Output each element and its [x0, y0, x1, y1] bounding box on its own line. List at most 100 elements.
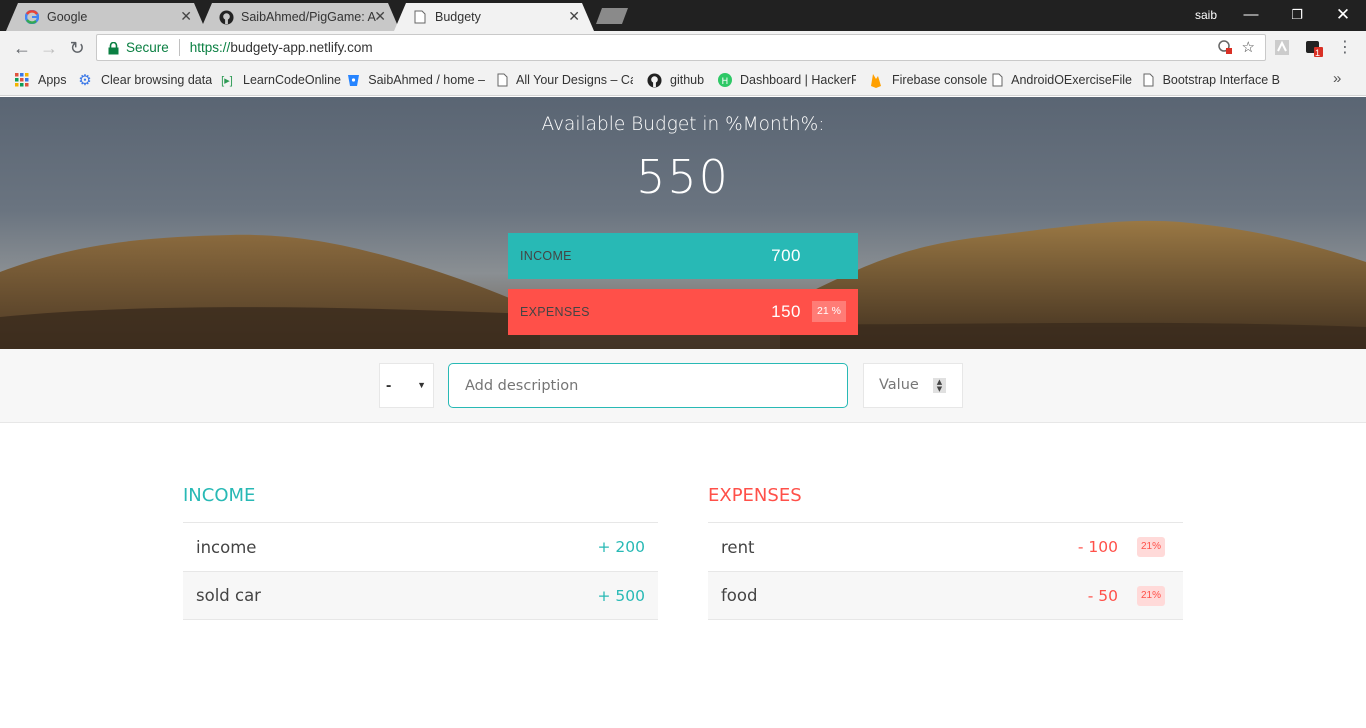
forward-arrow-icon[interactable]: →	[38, 37, 60, 59]
item-percentage-badge: 21%	[1137, 537, 1166, 557]
restore-icon[interactable]: ❐	[1277, 4, 1317, 26]
expenses-summary-label: EXPENSES	[520, 305, 590, 319]
bookmark-clear-browsing[interactable]: ⚙ Clear browsing data	[77, 72, 212, 88]
close-tab-icon[interactable]: ✕	[180, 8, 192, 25]
income-list-title: INCOME	[183, 485, 256, 506]
more-bookmarks-icon[interactable]: »	[1333, 70, 1341, 87]
tab-title: Google	[47, 10, 88, 24]
item-value: - 50	[1087, 586, 1118, 605]
bookmark-label: github	[670, 73, 705, 87]
profile-name[interactable]: saib	[1195, 8, 1217, 22]
tab-title: Budgety	[435, 10, 481, 24]
page-icon	[412, 9, 428, 25]
bookmark-label: LearnCodeOnline	[243, 73, 341, 87]
close-window-icon[interactable]: ✕	[1323, 4, 1363, 26]
tab-google[interactable]: Google ✕	[6, 3, 206, 31]
item-description: income	[196, 537, 257, 557]
expenses-list-title: EXPENSES	[708, 485, 802, 506]
bookmark-all-your-designs[interactable]: All Your Designs – Ca	[497, 72, 633, 88]
expenses-summary: EXPENSES 150 21 %	[508, 289, 858, 335]
tab-title: SaibAhmed/PigGame: A g	[241, 10, 377, 24]
budget-title: Available Budget in %Month%:	[541, 114, 825, 135]
type-select[interactable]: - ▼	[379, 363, 434, 408]
description-input[interactable]	[448, 363, 848, 408]
browser-toolbar: ← → ↻ Secure https:// budgety-app.netlif…	[0, 31, 1366, 64]
play-icon: [▸]	[221, 74, 233, 87]
bookmark-label: AndroidOExerciseFile	[1011, 73, 1132, 87]
page-icon	[497, 72, 508, 88]
bookmark-label: Apps	[38, 73, 67, 87]
bookmark-bitbucket[interactable]: SaibAhmed / home –	[347, 72, 485, 88]
item-value: - 100	[1077, 538, 1118, 556]
address-bar[interactable]: Secure https:// budgety-app.netlify.com …	[96, 34, 1266, 61]
svg-text:H: H	[722, 77, 729, 87]
bookmark-label: Bootstrap Interface B	[1162, 73, 1280, 87]
close-tab-icon[interactable]: ✕	[374, 8, 386, 25]
reload-icon[interactable]: ↻	[66, 37, 88, 59]
star-bookmark-icon[interactable]: ☆	[1242, 40, 1255, 57]
tab-piggame[interactable]: SaibAhmed/PigGame: A g ✕	[200, 3, 400, 31]
item-percentage-badge: 21%	[1137, 586, 1166, 606]
bookmarks-bar: Apps ⚙ Clear browsing data [▸] LearnCode…	[0, 64, 1366, 96]
item-description: sold car	[196, 586, 261, 605]
menu-kebab-icon[interactable]: ⋮	[1337, 37, 1353, 57]
income-list: INCOME income + 200 sold car + 500	[183, 485, 658, 620]
value-input[interactable]: Value ▲ ▼	[863, 363, 963, 408]
bookmark-label: Clear browsing data	[101, 73, 213, 87]
item-description: rent	[721, 537, 755, 557]
bookmark-apps[interactable]: Apps	[14, 72, 67, 88]
secure-label: Secure	[126, 40, 169, 55]
bitbucket-icon	[347, 72, 360, 88]
income-summary-value: 700	[771, 246, 801, 265]
bookmark-label: SaibAhmed / home –	[368, 73, 485, 87]
url-host: budgety-app.netlify.com	[230, 40, 373, 55]
tab-budgety[interactable]: Budgety ✕	[394, 3, 594, 31]
github-icon	[646, 72, 662, 88]
page-icon	[1142, 72, 1155, 88]
google-g-icon	[24, 9, 40, 25]
type-select-value: -	[386, 377, 392, 394]
bookmark-firebase[interactable]: Firebase console	[868, 72, 987, 88]
add-item-bar: - ▼ Value ▲▼	[0, 349, 1366, 423]
blocked-content-icon[interactable]	[1217, 40, 1232, 57]
list-item[interactable]: rent - 100 21%	[708, 522, 1183, 571]
bookmark-bootstrap[interactable]: Bootstrap Interface B	[1142, 72, 1280, 88]
expenses-summary-value: 150	[771, 302, 801, 321]
income-summary: INCOME 700	[508, 233, 858, 279]
url-scheme: https://	[189, 40, 231, 55]
new-tab-button[interactable]	[596, 8, 628, 24]
expenses-percentage-badge: 21 %	[812, 301, 846, 322]
extension-badge: 1	[1315, 48, 1321, 58]
pdf-extension-icon[interactable]	[1274, 39, 1292, 57]
list-item[interactable]: sold car + 500	[183, 571, 658, 620]
income-summary-label: INCOME	[520, 249, 572, 263]
page-icon	[992, 72, 1003, 88]
back-arrow-icon[interactable]: ←	[11, 37, 33, 59]
bookmark-label: All Your Designs – Ca	[516, 73, 633, 87]
expenses-list: EXPENSES rent - 100 21% food - 50 21%	[708, 485, 1183, 620]
hackerrank-icon: H	[718, 72, 732, 88]
bookmark-github[interactable]: github	[646, 72, 704, 88]
bookmark-hackerrank[interactable]: H Dashboard | HackerR	[718, 72, 856, 88]
bookmark-label: Firebase console	[892, 73, 988, 87]
extension-icon[interactable]: 1	[1305, 39, 1323, 58]
minimize-icon[interactable]: —	[1231, 4, 1271, 26]
caret-down-icon: ▼	[417, 380, 426, 390]
list-item[interactable]: income + 200	[183, 522, 658, 571]
divider	[178, 39, 180, 56]
bookmark-label: Dashboard | HackerR	[740, 73, 856, 87]
number-spinner-icon[interactable]: ▲ ▼	[933, 378, 946, 393]
list-item[interactable]: food - 50 21%	[708, 571, 1183, 620]
item-description: food	[721, 586, 758, 605]
budget-header: Available Budget in %Month%: 550 INCOME …	[0, 97, 1366, 349]
budget-value: 550	[636, 150, 730, 204]
item-value: + 200	[597, 538, 646, 556]
bookmark-android[interactable]: AndroidOExerciseFile	[992, 72, 1132, 88]
bookmark-learncodeonline[interactable]: [▸] LearnCodeOnline	[219, 72, 341, 88]
browser-tab-strip: Google ✕ SaibAhmed/PigGame: A g ✕ Budget…	[0, 0, 1366, 31]
github-icon	[218, 9, 234, 25]
close-tab-icon[interactable]: ✕	[568, 8, 580, 25]
lock-icon	[107, 41, 119, 55]
apps-grid-icon	[14, 72, 30, 88]
item-value: + 500	[597, 586, 646, 605]
